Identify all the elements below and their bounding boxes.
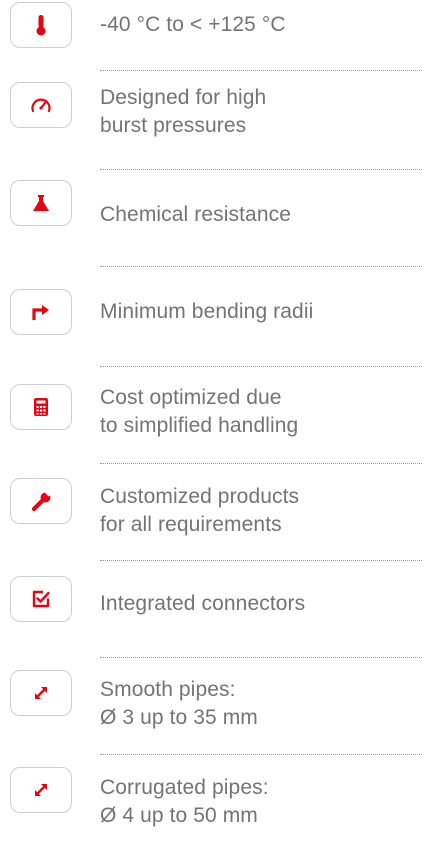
feature-list: -40 °C to < +125 °C Designed for high bu… (0, 0, 425, 854)
feature-text: Integrated connectors (100, 590, 415, 618)
calculator-icon (34, 398, 48, 416)
feature-line: Integrated connectors (100, 592, 306, 615)
bend-arrow-icon-box (10, 289, 72, 335)
pressure-gauge-icon (31, 98, 51, 113)
separator (100, 169, 422, 170)
chemical-flask-icon-box (10, 180, 72, 226)
thermometer-icon-box (10, 2, 72, 48)
feature-line: burst pressures (100, 114, 247, 137)
wrench-icon (31, 490, 52, 512)
feature-line: for all requirements (100, 513, 282, 536)
chemical-flask-icon (33, 195, 49, 211)
feature-line: Ø 3 up to 35 mm (100, 706, 258, 729)
separator (100, 266, 422, 267)
diagonal-arrows-icon-box (10, 670, 72, 716)
feature-line: Designed for high (100, 86, 267, 109)
feature-line: to simplified handling (100, 414, 299, 437)
diagonal-arrows-icon-box (10, 767, 72, 813)
feature-text: Designed for high burst pressures (100, 84, 415, 140)
thermometer-icon (36, 15, 46, 36)
pressure-gauge-icon-box (10, 82, 72, 128)
diagonal-arrows-icon (35, 784, 47, 796)
separator (100, 657, 422, 658)
checkbox-icon-box (10, 576, 72, 622)
separator (100, 70, 422, 71)
feature-text: Chemical resistance (100, 201, 415, 229)
feature-line: Ø 4 up to 50 mm (100, 804, 258, 827)
feature-line: Minimum bending radii (100, 300, 314, 323)
feature-line: Cost optimized due (100, 386, 282, 409)
feature-line: Corrugated pipes: (100, 776, 269, 799)
separator (100, 366, 422, 367)
feature-line: Chemical resistance (100, 203, 291, 226)
calculator-icon-box (10, 384, 72, 430)
wrench-icon-box (10, 478, 72, 524)
diagonal-arrows-icon (35, 687, 47, 699)
separator (100, 560, 422, 561)
feature-text: Cost optimized due to simplified handlin… (100, 384, 415, 440)
bend-arrow-icon (32, 305, 49, 320)
checkbox-icon (32, 590, 50, 608)
separator (100, 754, 422, 755)
feature-text: -40 °C to < +125 °C (100, 11, 415, 39)
feature-text: Smooth pipes: Ø 3 up to 35 mm (100, 676, 415, 732)
feature-text: Minimum bending radii (100, 298, 415, 326)
feature-line: -40 °C to < +125 °C (100, 13, 286, 36)
separator (100, 463, 422, 464)
feature-line: Customized products (100, 485, 300, 508)
feature-text: Customized products for all requirements (100, 483, 415, 539)
feature-text: Corrugated pipes: Ø 4 up to 50 mm (100, 774, 415, 830)
feature-line: Smooth pipes: (100, 678, 236, 701)
